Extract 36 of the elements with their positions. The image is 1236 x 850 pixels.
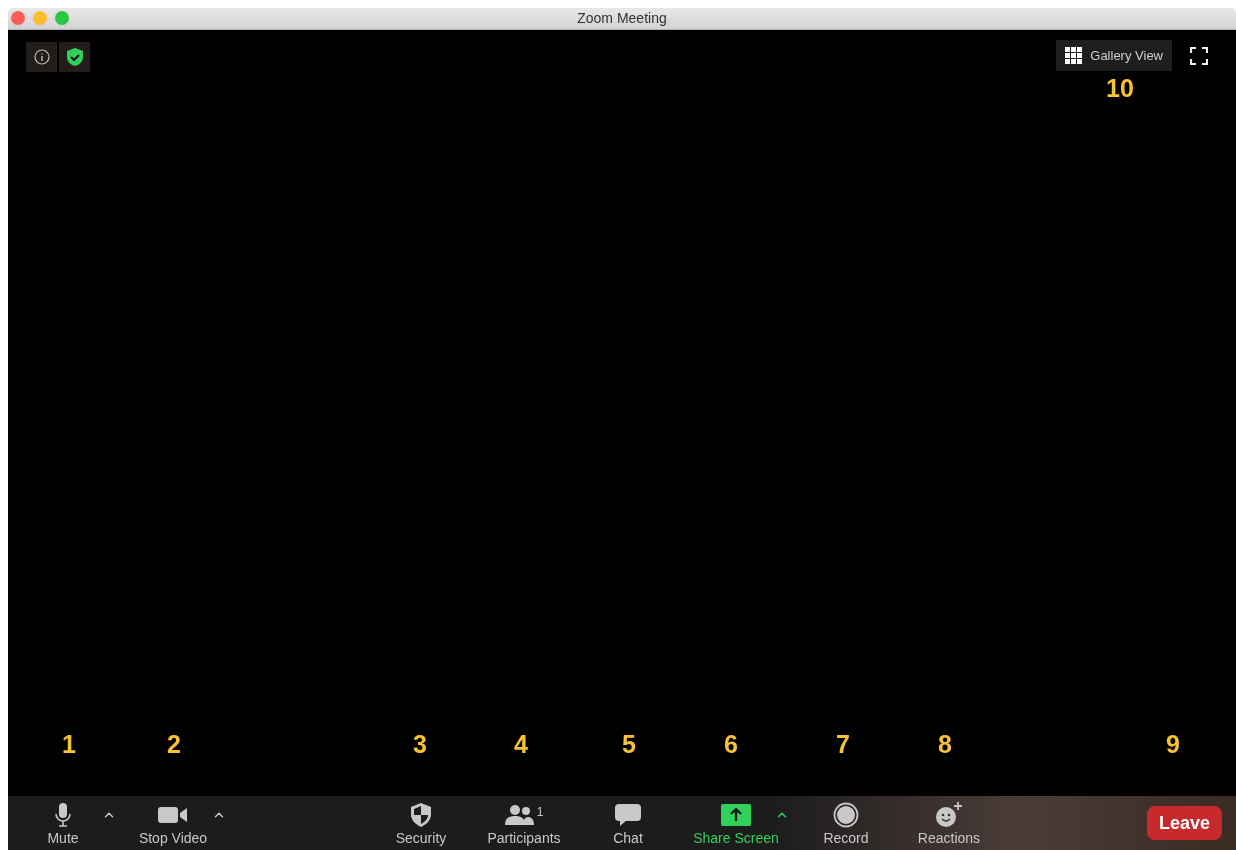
window-title: Zoom Meeting xyxy=(577,9,667,28)
callout-number: 10 xyxy=(1106,76,1134,101)
leave-button[interactable]: Leave xyxy=(1146,806,1222,840)
toolbar-button[interactable]: Mute xyxy=(47,796,79,850)
gallery-view-button[interactable]: Gallery View xyxy=(1056,40,1172,71)
toolbar-button[interactable]: Security xyxy=(395,796,447,850)
toolbar-button[interactable]: 1 Participants xyxy=(487,796,561,850)
share-upload-icon xyxy=(721,803,751,826)
chat-bubble-icon xyxy=(614,802,642,827)
toolbar-button[interactable]: Chat xyxy=(613,796,643,850)
microphone-icon xyxy=(54,801,72,828)
callout-number: 8 xyxy=(938,732,952,757)
toolbar-button[interactable]: Reactions xyxy=(917,796,981,850)
shield-icon xyxy=(409,801,433,828)
callout-number: 4 xyxy=(514,732,528,757)
callout-number: 6 xyxy=(724,732,738,757)
video-camera-icon xyxy=(157,804,189,825)
toolbar-button[interactable]: Record xyxy=(823,796,869,850)
info-icon xyxy=(33,49,50,65)
callout-number: 9 xyxy=(1166,732,1180,757)
meeting-info-button[interactable] xyxy=(26,42,57,72)
callout-number: 5 xyxy=(622,732,636,757)
callout-number: 2 xyxy=(167,732,181,757)
record-icon xyxy=(833,801,859,828)
grid-icon xyxy=(1065,47,1083,64)
encryption-button[interactable] xyxy=(59,42,90,72)
fullscreen-icon[interactable] xyxy=(1190,46,1208,65)
toolbar-button[interactable]: Stop Video xyxy=(138,796,208,850)
smiley-plus-icon xyxy=(935,801,963,828)
shield-check-icon xyxy=(65,47,84,67)
callout-number: 7 xyxy=(836,732,850,757)
callout-number: 1 xyxy=(62,732,76,757)
participant-count: 1 xyxy=(536,804,544,821)
toolbar-button[interactable]: Share Screen xyxy=(693,796,779,850)
people-icon xyxy=(504,803,535,826)
callout-number: 3 xyxy=(413,732,427,757)
